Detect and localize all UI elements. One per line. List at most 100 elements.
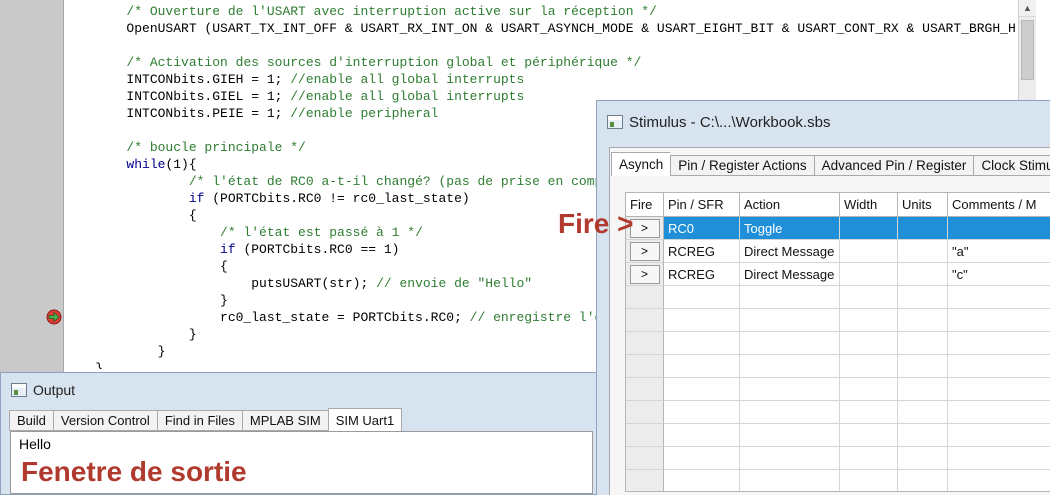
width-cell[interactable]	[840, 332, 898, 355]
table-row[interactable]: > RCREG Direct Message "a"	[626, 240, 1050, 263]
table-row[interactable]	[626, 447, 1050, 470]
pin-cell[interactable]	[664, 470, 740, 491]
code-line[interactable]: }	[64, 343, 166, 360]
tab-asynch[interactable]: Asynch	[611, 152, 671, 176]
action-cell[interactable]	[740, 447, 840, 470]
scroll-up-arrow-icon[interactable]: ▲	[1019, 0, 1036, 17]
fire-cell[interactable]	[626, 378, 664, 401]
code-line[interactable]: INTCONbits.GIEL = 1; //enable all global…	[64, 88, 524, 105]
table-row[interactable]	[626, 309, 1050, 332]
code-line[interactable]: INTCONbits.PEIE = 1; //enable peripheral	[64, 105, 438, 122]
stimulus-grid[interactable]: Fire Pin / SFR Action Width Units Commen…	[625, 192, 1050, 492]
table-row[interactable]	[626, 286, 1050, 309]
table-row[interactable]	[626, 424, 1050, 447]
comment-cell[interactable]	[948, 286, 1050, 309]
table-row[interactable]	[626, 355, 1050, 378]
fire-button[interactable]: >	[629, 218, 660, 238]
code-line[interactable]: /* Ouverture de l'USART avec interruptio…	[64, 3, 657, 20]
table-row[interactable]: > RCREG Direct Message "c"	[626, 263, 1050, 286]
code-line[interactable]: {	[64, 207, 197, 224]
table-row[interactable]	[626, 332, 1050, 355]
tab-version-control[interactable]: Version Control	[52, 410, 157, 431]
column-header-units[interactable]: Units	[898, 193, 948, 217]
code-line[interactable]: {	[64, 258, 228, 275]
action-cell[interactable]	[740, 332, 840, 355]
editor-gutter[interactable]	[0, 0, 64, 372]
pin-cell[interactable]: RCREG	[664, 240, 740, 263]
code-line[interactable]: putsUSART(str); // envoie de "Hello"	[64, 275, 532, 292]
action-cell[interactable]: Direct Message	[740, 263, 840, 286]
width-cell[interactable]	[840, 263, 898, 286]
pin-cell[interactable]	[664, 424, 740, 447]
code-line[interactable]: if (PORTCbits.RC0 != rc0_last_state)	[64, 190, 470, 207]
comment-cell[interactable]	[948, 217, 1050, 240]
fire-button[interactable]: >	[629, 264, 660, 284]
code-line[interactable]: OpenUSART (USART_TX_INT_OFF & USART_RX_I…	[64, 20, 1015, 37]
comment-cell[interactable]	[948, 424, 1050, 447]
fire-cell[interactable]	[626, 424, 664, 447]
column-header-width[interactable]: Width	[840, 193, 898, 217]
units-cell[interactable]	[898, 286, 948, 309]
fire-cell[interactable]: >	[626, 263, 664, 286]
width-cell[interactable]	[840, 217, 898, 240]
width-cell[interactable]	[840, 470, 898, 491]
code-line[interactable]: /* l'état est passé à 1 */	[64, 224, 423, 241]
comment-cell[interactable]	[948, 378, 1050, 401]
units-cell[interactable]	[898, 240, 948, 263]
comment-cell[interactable]	[948, 447, 1050, 470]
width-cell[interactable]	[840, 401, 898, 424]
output-title-bar[interactable]: Output	[1, 373, 599, 407]
fire-button[interactable]: >	[629, 241, 660, 261]
fire-cell[interactable]	[626, 447, 664, 470]
table-row[interactable]	[626, 470, 1050, 491]
pin-cell[interactable]	[664, 332, 740, 355]
tab-clock-stimulus[interactable]: Clock Stimu	[973, 155, 1050, 176]
pin-cell[interactable]	[664, 447, 740, 470]
comment-cell[interactable]	[948, 401, 1050, 424]
action-cell[interactable]	[740, 378, 840, 401]
column-header-comments[interactable]: Comments / M	[948, 193, 1050, 217]
units-cell[interactable]	[898, 424, 948, 447]
tab-sim-uart1[interactable]: SIM Uart1	[327, 408, 403, 431]
fire-cell[interactable]	[626, 286, 664, 309]
pin-cell[interactable]	[664, 309, 740, 332]
code-line[interactable]: /* boucle principale */	[64, 139, 305, 156]
column-header-pin-sfr[interactable]: Pin / SFR	[664, 193, 740, 217]
pin-cell[interactable]	[664, 378, 740, 401]
action-cell[interactable]	[740, 286, 840, 309]
tab-pin-register-actions[interactable]: Pin / Register Actions	[670, 155, 814, 176]
code-line[interactable]: if (PORTCbits.RC0 == 1)	[64, 241, 399, 258]
fire-cell[interactable]: >	[626, 240, 664, 263]
code-line[interactable]: }	[64, 360, 103, 369]
comment-cell[interactable]	[948, 470, 1050, 491]
action-cell[interactable]	[740, 470, 840, 491]
width-cell[interactable]	[840, 286, 898, 309]
comment-cell[interactable]	[948, 355, 1050, 378]
width-cell[interactable]	[840, 378, 898, 401]
fire-cell[interactable]	[626, 309, 664, 332]
width-cell[interactable]	[840, 355, 898, 378]
comment-cell[interactable]	[948, 332, 1050, 355]
action-cell[interactable]	[740, 401, 840, 424]
comment-cell[interactable]	[948, 309, 1050, 332]
table-row[interactable]: > RC0 Toggle	[626, 217, 1050, 240]
scrollbar-thumb[interactable]	[1021, 20, 1034, 80]
action-cell[interactable]: Toggle	[740, 217, 840, 240]
code-line[interactable]: INTCONbits.GIEH = 1; //enable all global…	[64, 71, 524, 88]
pin-cell[interactable]: RC0	[664, 217, 740, 240]
pin-cell[interactable]	[664, 355, 740, 378]
code-line[interactable]: }	[64, 292, 228, 309]
code-line[interactable]: }	[64, 326, 197, 343]
units-cell[interactable]	[898, 378, 948, 401]
units-cell[interactable]	[898, 355, 948, 378]
code-line[interactable]: while(1){	[64, 156, 196, 173]
fire-cell[interactable]	[626, 470, 664, 491]
tab-mplab-sim[interactable]: MPLAB SIM	[241, 410, 328, 431]
pin-cell[interactable]: RCREG	[664, 263, 740, 286]
width-cell[interactable]	[840, 309, 898, 332]
units-cell[interactable]	[898, 217, 948, 240]
pin-cell[interactable]	[664, 401, 740, 424]
fire-cell[interactable]	[626, 401, 664, 424]
column-header-action[interactable]: Action	[740, 193, 840, 217]
units-cell[interactable]	[898, 263, 948, 286]
